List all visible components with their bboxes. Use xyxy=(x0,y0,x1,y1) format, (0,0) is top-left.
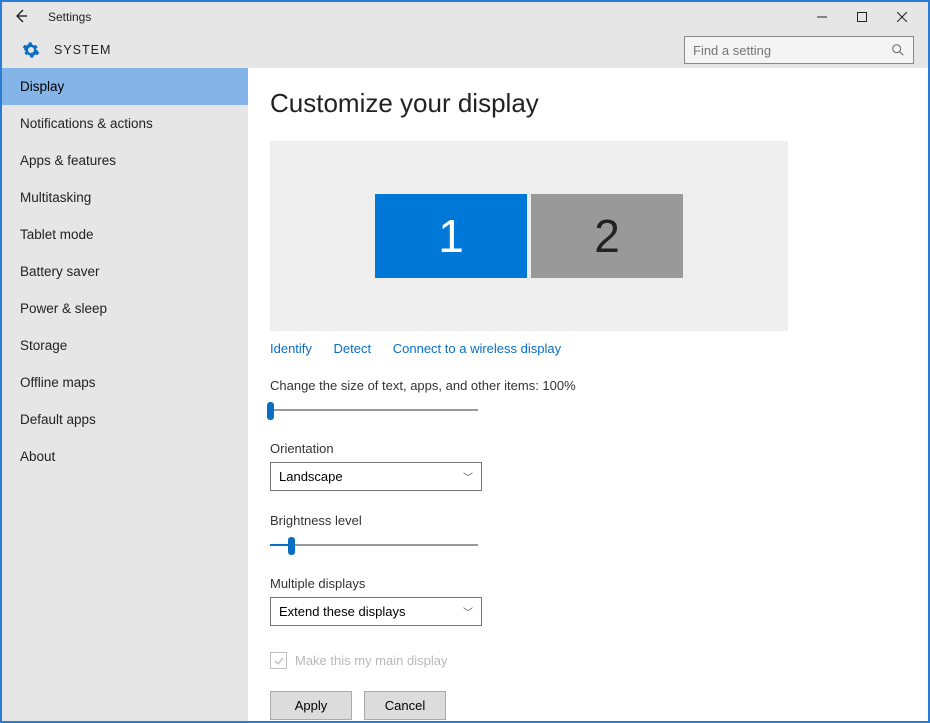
orientation-select[interactable]: Landscape ﹀ xyxy=(270,462,482,491)
brightness-label: Brightness level xyxy=(270,513,898,528)
multiple-displays-value: Extend these displays xyxy=(279,604,405,619)
cancel-button[interactable]: Cancel xyxy=(364,691,446,720)
detect-link[interactable]: Detect xyxy=(334,341,372,356)
main-display-label: Make this my main display xyxy=(295,653,447,668)
sidebar-item-storage[interactable]: Storage xyxy=(2,327,248,364)
slider-thumb[interactable] xyxy=(267,402,274,420)
monitor-1[interactable]: 1 xyxy=(375,194,527,278)
search-input[interactable] xyxy=(693,43,885,58)
sidebar-item-multitasking[interactable]: Multitasking xyxy=(2,179,248,216)
identify-link[interactable]: Identify xyxy=(270,341,312,356)
orientation-value: Landscape xyxy=(279,469,343,484)
brightness-slider[interactable] xyxy=(270,536,478,554)
multiple-displays-label: Multiple displays xyxy=(270,576,898,591)
apply-button[interactable]: Apply xyxy=(270,691,352,720)
sidebar-item-tablet-mode[interactable]: Tablet mode xyxy=(2,216,248,253)
sidebar-item-power-sleep[interactable]: Power & sleep xyxy=(2,290,248,327)
main-content: Customize your display 1 2 Identify Dete… xyxy=(248,68,928,721)
back-button[interactable] xyxy=(8,7,34,28)
maximize-button[interactable] xyxy=(842,3,882,31)
chevron-down-icon: ﹀ xyxy=(463,604,473,619)
sidebar-item-apps-features[interactable]: Apps & features xyxy=(2,142,248,179)
sidebar: DisplayNotifications & actionsApps & fea… xyxy=(2,68,248,721)
sidebar-item-offline-maps[interactable]: Offline maps xyxy=(2,364,248,401)
page-title: Customize your display xyxy=(270,88,898,119)
orientation-label: Orientation xyxy=(270,441,898,456)
chevron-down-icon: ﹀ xyxy=(463,469,473,484)
search-box[interactable] xyxy=(684,36,914,64)
checkbox-icon xyxy=(270,652,287,669)
multiple-displays-select[interactable]: Extend these displays ﹀ xyxy=(270,597,482,626)
monitor-2[interactable]: 2 xyxy=(531,194,683,278)
sidebar-item-battery-saver[interactable]: Battery saver xyxy=(2,253,248,290)
minimize-button[interactable] xyxy=(802,3,842,31)
display-preview[interactable]: 1 2 xyxy=(270,141,788,331)
sidebar-item-about[interactable]: About xyxy=(2,438,248,475)
scaling-slider[interactable] xyxy=(270,401,478,419)
window-title: Settings xyxy=(48,10,91,24)
search-icon xyxy=(891,43,905,57)
gear-icon xyxy=(22,41,40,59)
slider-thumb[interactable] xyxy=(288,537,295,555)
section-title: SYSTEM xyxy=(54,43,111,57)
main-display-checkbox: Make this my main display xyxy=(270,652,898,669)
sidebar-item-default-apps[interactable]: Default apps xyxy=(2,401,248,438)
sidebar-item-display[interactable]: Display xyxy=(2,68,248,105)
sidebar-item-notifications-actions[interactable]: Notifications & actions xyxy=(2,105,248,142)
close-button[interactable] xyxy=(882,3,922,31)
scaling-label: Change the size of text, apps, and other… xyxy=(270,378,898,393)
connect-wireless-link[interactable]: Connect to a wireless display xyxy=(393,341,561,356)
